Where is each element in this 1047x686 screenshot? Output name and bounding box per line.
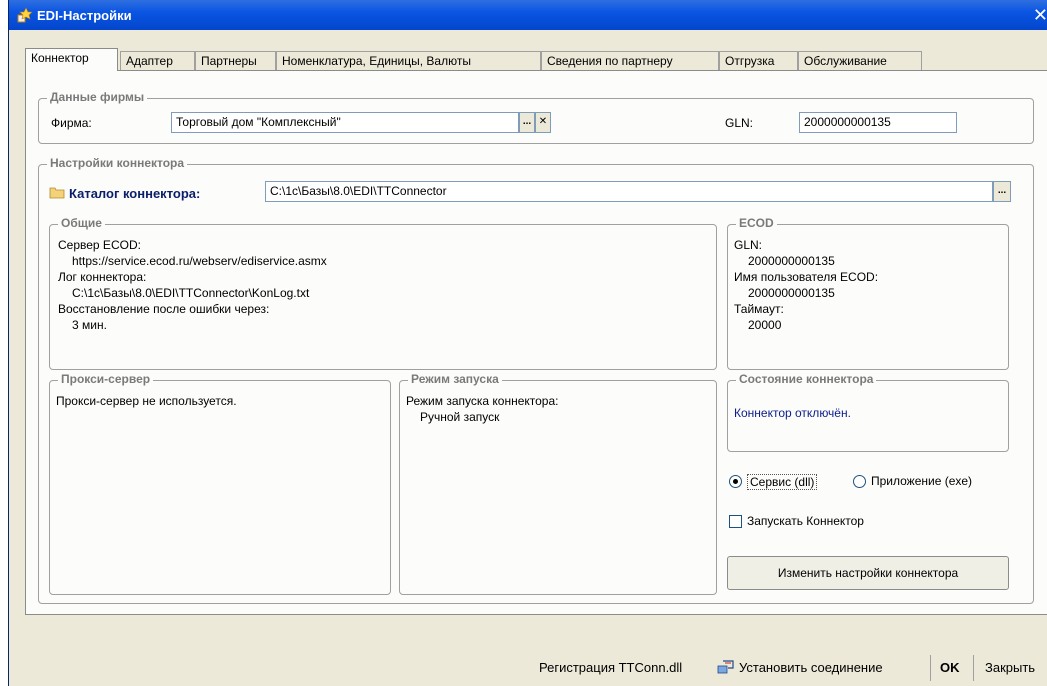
server-label: Сервер ECOD: (58, 238, 141, 252)
general-info: Сервер ECOD: https://service.ecod.ru/web… (58, 237, 327, 333)
run-connector-label[interactable]: Запускать Коннектор (747, 514, 864, 528)
close-icon[interactable]: ✕ (1030, 4, 1047, 26)
ecod-group: ECOD GLN: 2000000000135 Имя пользователя… (727, 216, 1009, 370)
connector-state-title: Состояние коннектора (736, 372, 877, 386)
connector-settings-group: Настройки коннектора Каталог коннектора:… (38, 156, 1034, 604)
gln-label: GLN: (725, 116, 754, 130)
register-dll-button[interactable]: Регистрация TTConn.dll (539, 660, 682, 678)
ecod-group-title: ECOD (736, 216, 777, 230)
connector-tab-panel: Данные фирмы Фирма: Торговый дом "Компле… (25, 70, 1047, 615)
firm-label: Фирма: (51, 116, 92, 130)
change-connector-settings-button[interactable]: Изменить настройки коннектора (727, 556, 1009, 590)
service-radio-label[interactable]: Сервис (dll) (747, 474, 818, 490)
general-group: Общие Сервер ECOD: https://service.ecod.… (49, 216, 717, 370)
ecod-user-label: Имя пользователя ECOD: (734, 270, 879, 284)
catalog-label: Каталог коннектора: (69, 186, 201, 201)
tab-shipment[interactable]: Отгрузка (719, 51, 798, 70)
service-radio[interactable] (729, 475, 742, 488)
firm-select-button[interactable]: ... (519, 112, 535, 133)
gln-field[interactable]: 2000000000135 (799, 112, 957, 133)
app-icon (17, 7, 33, 23)
ok-button[interactable]: OK (940, 660, 960, 678)
firm-group: Данные фирмы Фирма: Торговый дом "Компле… (38, 90, 1034, 144)
title-bar[interactable]: EDI-Настройки ✕ (9, 0, 1047, 30)
launch-info: Режим запуска коннектора: Ручной запуск (406, 393, 558, 425)
recovery-label: Восстановление после ошибки через: (58, 302, 270, 316)
connector-state-group: Состояние коннектора Коннектор отключён. (727, 372, 1009, 452)
tab-adapter[interactable]: Адаптер (120, 51, 195, 70)
firm-group-title: Данные фирмы (47, 90, 148, 104)
app-radio-label[interactable]: Приложение (exe) (871, 474, 972, 488)
launch-label: Режим запуска коннектора: (406, 394, 559, 408)
app-radio[interactable] (853, 475, 866, 488)
connect-button[interactable]: Установить соединение (739, 660, 883, 678)
bottom-separator (930, 655, 931, 681)
catalog-select-button[interactable]: ... (993, 181, 1011, 202)
connect-icon (717, 660, 734, 674)
connector-state-text: Коннектор отключён. (734, 406, 851, 420)
timeout-value: 20000 (748, 318, 782, 332)
tab-connector[interactable]: Коннектор (25, 48, 118, 71)
tab-partner-info[interactable]: Сведения по партнеру (541, 51, 719, 70)
proxy-group-title: Прокси-сервер (58, 372, 154, 386)
recovery-value: 3 мин. (72, 318, 107, 332)
tab-nomenclature[interactable]: Номенклатура, Единицы, Валюты (276, 51, 541, 70)
bottom-separator-2 (973, 655, 974, 681)
server-value: https://service.ecod.ru/webserv/ediservi… (72, 254, 327, 268)
firm-field[interactable]: Торговый дом "Комплексный" (171, 112, 519, 133)
ecod-gln-value: 2000000000135 (748, 254, 835, 268)
log-label: Лог коннектора: (58, 270, 147, 284)
launch-value: Ручной запуск (420, 410, 500, 424)
timeout-label: Таймаут: (734, 302, 784, 316)
window-title: EDI-Настройки (37, 8, 132, 23)
firm-clear-button[interactable]: ✕ (535, 112, 551, 133)
proxy-text: Прокси-сервер не используется. (56, 394, 237, 408)
close-button[interactable]: Закрыть (985, 660, 1035, 678)
edi-settings-window: EDI-Настройки ✕ Коннектор Адаптер Партне… (8, 0, 1047, 686)
launch-mode-group: Режим запуска Режим запуска коннектора: … (399, 372, 717, 595)
tab-service[interactable]: Обслуживание (798, 51, 922, 70)
tab-partners[interactable]: Партнеры (195, 51, 276, 70)
general-group-title: Общие (58, 216, 105, 230)
run-connector-checkbox[interactable] (729, 515, 742, 528)
ecod-gln-label: GLN: (734, 238, 763, 252)
ecod-user-value: 2000000000135 (748, 286, 835, 300)
launch-mode-title: Режим запуска (408, 372, 502, 386)
catalog-field[interactable]: C:\1c\Базы\8.0\EDI\TTConnector (265, 181, 993, 202)
proxy-group: Прокси-сервер Прокси-сервер не используе… (49, 372, 391, 595)
folder-icon (49, 187, 65, 199)
ecod-info: GLN: 2000000000135 Имя пользователя ECOD… (734, 237, 878, 333)
log-value: C:\1c\Базы\8.0\EDI\TTConnector\KonLog.tx… (72, 286, 310, 300)
connector-settings-title: Настройки коннектора (47, 156, 188, 170)
